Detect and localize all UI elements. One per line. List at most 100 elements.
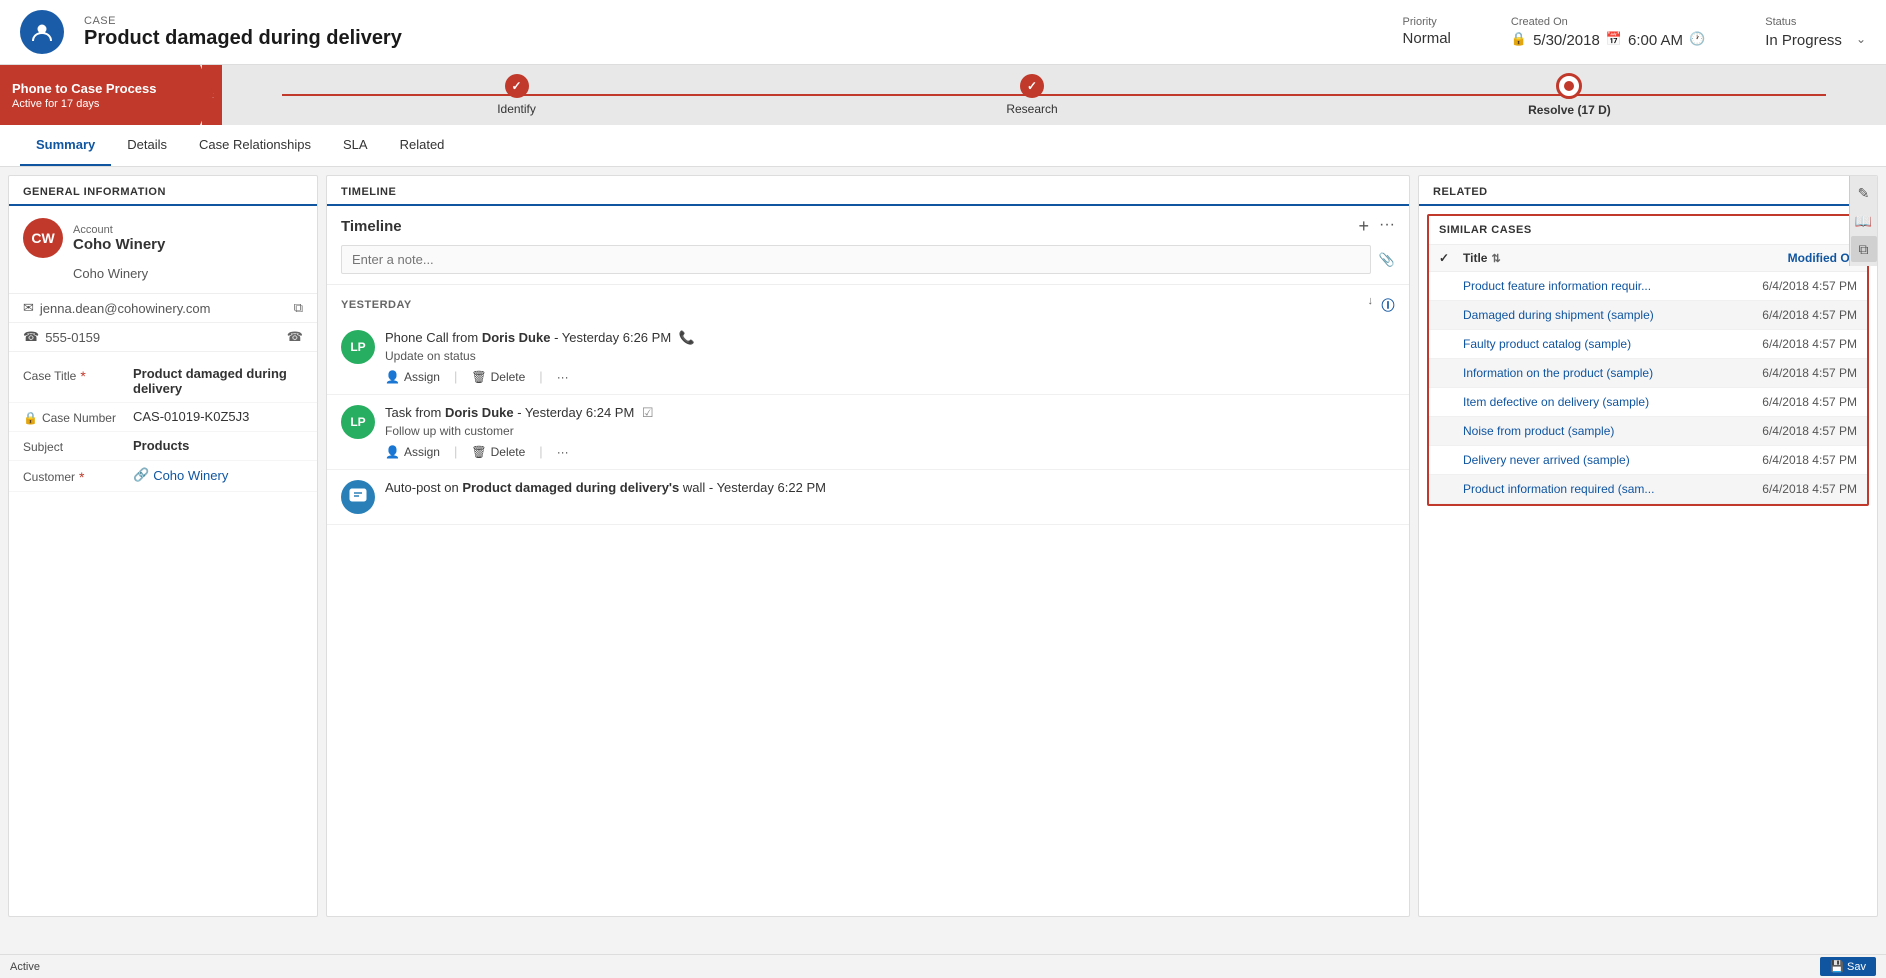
row-modified-8: 6/4/2018 4:57 PM [1717, 482, 1857, 496]
timeline-title: Timeline [341, 218, 402, 235]
sidebar-copy-icon[interactable]: ⧉ [1851, 236, 1877, 262]
case-number-value: CAS-01019-K0Z5J3 [133, 409, 303, 424]
save-button[interactable]: 💾 Sav [1820, 957, 1876, 976]
lock-icon-number: 🔒 [23, 411, 38, 425]
timeline-delete-button-1[interactable]: 🗑 Delete [471, 370, 525, 384]
similar-case-row-1: Product feature information requir... 6/… [1429, 272, 1867, 301]
timeline-avatar-2: LP [341, 405, 375, 439]
note-input-row: 📎 [327, 245, 1409, 285]
row-title-2[interactable]: Damaged during shipment (sample) [1463, 308, 1717, 322]
row-title-6[interactable]: Noise from product (sample) [1463, 424, 1717, 438]
phone-left: ☎ 555-0159 [23, 329, 100, 345]
row-modified-4: 6/4/2018 4:57 PM [1717, 366, 1857, 380]
created-on-row: 🔒 5/30/2018 📅 6:00 AM 🕐 [1511, 30, 1705, 49]
case-number-label: 🔒 Case Number [23, 409, 133, 425]
related-panel: RELATED SIMILAR CASES ✓ Title ⇅ Modified… [1418, 175, 1878, 917]
process-title: Phone to Case Process [12, 81, 188, 96]
similar-cases-rows: Product feature information requir... 6/… [1429, 272, 1867, 504]
priority-label: Priority [1403, 16, 1451, 28]
tab-details[interactable]: Details [111, 125, 183, 166]
timeline-item-3: Auto-post on Product damaged during deli… [327, 470, 1409, 525]
clock-icon[interactable]: 🕐 [1689, 31, 1705, 47]
phone-value[interactable]: 555-0159 [45, 330, 100, 345]
tab-related[interactable]: Related [384, 125, 461, 166]
created-date: 5/30/2018 [1533, 32, 1600, 49]
row-title-8[interactable]: Product information required (sam... [1463, 482, 1717, 496]
timeline-more-button-1[interactable]: ··· [557, 370, 569, 384]
similar-case-row-6: Noise from product (sample) 6/4/2018 4:5… [1429, 417, 1867, 446]
phone-action-icon[interactable]: ☎ [287, 329, 303, 345]
timeline-add-icon[interactable]: + [1359, 216, 1370, 237]
email-action-icon[interactable]: ⧉ [294, 300, 303, 316]
similar-cases-columns: ✓ Title ⇅ Modified On [1429, 245, 1867, 272]
entity-label: CASE [84, 15, 1383, 27]
similar-case-row-7: Delivery never arrived (sample) 6/4/2018… [1429, 446, 1867, 475]
case-title-value: Product damaged during delivery [133, 366, 303, 396]
timeline-item-1: LP Phone Call from Doris Duke - Yesterda… [327, 320, 1409, 395]
timeline-title-3: Auto-post on Product damaged during deli… [385, 480, 1395, 495]
delete-icon-1: 🗑 [471, 370, 486, 384]
timeline-content-3: Auto-post on Product damaged during deli… [385, 480, 1395, 514]
timeline-more-icon[interactable]: ··· [1379, 216, 1395, 237]
row-title-1[interactable]: Product feature information requir... [1463, 279, 1717, 293]
sort-title-icon[interactable]: ⇅ [1491, 252, 1500, 265]
timeline-panel: TIMELINE Timeline + ··· 📎 YESTERDAY ↓ ⓘ … [326, 175, 1410, 917]
info-icon[interactable]: ⓘ [1381, 295, 1395, 314]
case-header: CASE Product damaged during delivery Pri… [0, 0, 1886, 65]
step-circle-identify: ✓ [505, 74, 529, 98]
tab-sla[interactable]: SLA [327, 125, 384, 166]
timeline-title-2: Task from Doris Duke - Yesterday 6:24 PM… [385, 405, 1395, 421]
form-row-case-number: 🔒 Case Number CAS-01019-K0Z5J3 [9, 403, 317, 432]
timeline-avatar-3 [341, 480, 375, 514]
timeline-avatar-1: LP [341, 330, 375, 364]
form-row-customer: Customer * 🔗 Coho Winery [9, 461, 317, 492]
timeline-content-1: Phone Call from Doris Duke - Yesterday 6… [385, 330, 1395, 384]
timeline-assign-button-1[interactable]: 👤 Assign [385, 370, 440, 384]
customer-value[interactable]: 🔗 Coho Winery [133, 467, 303, 483]
status-value: In Progress [1765, 32, 1842, 49]
row-title-7[interactable]: Delivery never arrived (sample) [1463, 453, 1717, 467]
timeline-header: TIMELINE [327, 176, 1409, 206]
timeline-actions-1: 👤 Assign | 🗑 Delete | ··· [385, 369, 1395, 384]
phone-call-icon: 📞 [679, 330, 695, 345]
col-title-header[interactable]: Title ⇅ [1463, 251, 1717, 265]
timeline-assign-button-2[interactable]: 👤 Assign [385, 445, 440, 459]
similar-case-row-2: Damaged during shipment (sample) 6/4/201… [1429, 301, 1867, 330]
sidebar-edit-icon[interactable]: ✎ [1851, 180, 1877, 206]
row-title-5[interactable]: Item defective on delivery (sample) [1463, 395, 1717, 409]
row-modified-3: 6/4/2018 4:57 PM [1717, 337, 1857, 351]
status-bar: Active 💾 Sav [0, 954, 1886, 978]
email-value[interactable]: jenna.dean@cohowinery.com [40, 301, 211, 316]
subject-value: Products [133, 438, 303, 453]
tab-summary[interactable]: Summary [20, 125, 111, 166]
account-name[interactable]: Coho Winery [73, 236, 165, 253]
row-title-4[interactable]: Information on the product (sample) [1463, 366, 1717, 380]
process-label: Phone to Case Process Active for 17 days [0, 65, 200, 125]
process-subtitle: Active for 17 days [12, 98, 188, 110]
account-section: CW Account Coho Winery Coho Winery [9, 206, 317, 294]
status-field: Status In Progress ⌄ [1765, 16, 1866, 49]
case-title: Product damaged during delivery [84, 27, 1383, 50]
col-check: ✓ [1439, 251, 1463, 265]
sidebar-book-icon[interactable]: 📖 [1851, 208, 1877, 234]
email-icon: ✉ [23, 300, 34, 316]
customer-label: Customer * [23, 467, 133, 485]
similar-case-row-3: Faulty product catalog (sample) 6/4/2018… [1429, 330, 1867, 359]
paperclip-icon[interactable]: 📎 [1379, 252, 1395, 268]
process-step-resolve[interactable]: Resolve (17 D) [1528, 73, 1611, 117]
note-input[interactable] [341, 245, 1371, 274]
status-text: Active [10, 961, 40, 973]
row-title-3[interactable]: Faulty product catalog (sample) [1463, 337, 1717, 351]
account-row: CW Account Coho Winery [23, 218, 303, 258]
save-icon: 💾 [1830, 961, 1844, 973]
sort-down-icon[interactable]: ↓ [1367, 295, 1373, 314]
calendar-icon[interactable]: 📅 [1606, 31, 1622, 47]
row-modified-6: 6/4/2018 4:57 PM [1717, 424, 1857, 438]
case-title-block: CASE Product damaged during delivery [84, 15, 1383, 50]
tab-case-relationships[interactable]: Case Relationships [183, 125, 327, 166]
timeline-header-row: Timeline + ··· [327, 206, 1409, 245]
tabs-bar: Summary Details Case Relationships SLA R… [0, 125, 1886, 167]
status-chevron-icon[interactable]: ⌄ [1856, 32, 1866, 46]
timeline-more-button-2[interactable]: ··· [557, 445, 569, 459]
timeline-delete-button-2[interactable]: 🗑 Delete [471, 445, 525, 459]
